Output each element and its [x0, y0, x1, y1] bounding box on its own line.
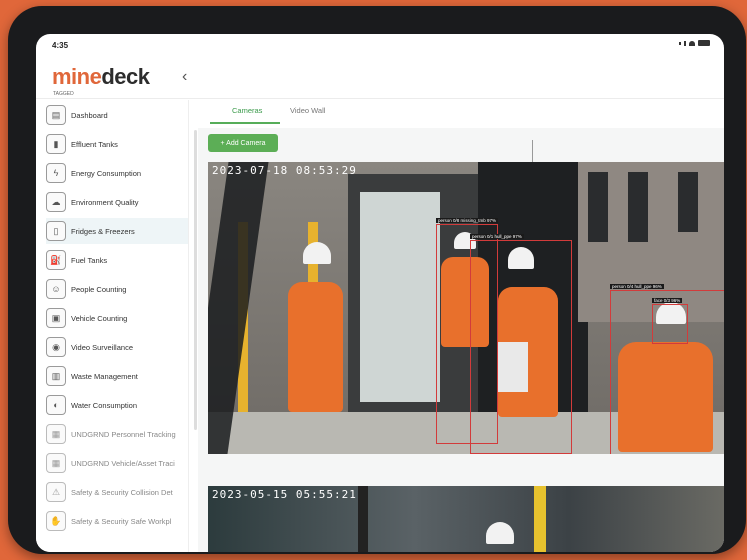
- battery-icon: [698, 40, 710, 46]
- camera-timestamp: 2023-05-15 05:55:21: [212, 488, 357, 501]
- camera-timestamp: 2023-07-18 08:53:29: [212, 164, 357, 177]
- camera-feed[interactable]: 2023-05-15 05:55:21: [208, 486, 724, 552]
- signal-icon: [679, 41, 681, 45]
- status-time: 4:35: [52, 41, 69, 50]
- hardhat: [486, 522, 514, 544]
- tab-bar: Cameras Video Wall: [198, 100, 724, 128]
- screen: 4:35 minedeck TAGGED ‹ ▤ Dashboard ▮ Efflu…: [36, 34, 724, 552]
- face-detection-box: [652, 304, 688, 344]
- sidebar-item-energy[interactable]: ϟ Energy Consumption: [46, 160, 188, 186]
- sidebar-item-environment[interactable]: ☁ Environment Quality: [46, 189, 188, 215]
- personnel-icon: ▦: [46, 424, 66, 444]
- vehicle-icon: ▣: [46, 308, 66, 328]
- sidebar-item-dashboard[interactable]: ▤ Dashboard: [46, 102, 188, 128]
- scene-window: [678, 172, 698, 232]
- sidebar-item-vehicle[interactable]: ▣ Vehicle Counting: [46, 305, 188, 331]
- detection-box: [470, 240, 572, 454]
- fridge-icon: ▯: [46, 221, 66, 241]
- chevron-left-icon[interactable]: ‹: [182, 68, 187, 86]
- tab-video-wall[interactable]: Video Wall: [290, 106, 325, 115]
- logo-subtitle: TAGGED: [53, 91, 74, 97]
- asset-icon: ▦: [46, 453, 66, 473]
- tab-cameras[interactable]: Cameras: [232, 106, 262, 115]
- energy-icon: ϟ: [46, 163, 66, 183]
- sidebar-item-label: People Counting: [71, 284, 127, 294]
- sidebar-item-label: Energy Consumption: [71, 168, 142, 178]
- environment-icon: ☁: [46, 192, 66, 212]
- sidebar-item-label: Effluent Tanks: [71, 139, 118, 149]
- detection-label: face 0/3 96%: [652, 298, 683, 303]
- active-tab-indicator: [210, 122, 280, 124]
- logo-part2: deck: [101, 64, 150, 89]
- dashboard-icon: ▤: [46, 105, 66, 125]
- sidebar-item-asset[interactable]: ▦ UNDGRND Vehicle/Asset Traci: [46, 450, 188, 476]
- signal-icons: [679, 40, 710, 46]
- waste-icon: ▥: [46, 366, 66, 386]
- scene-yellow-post: [534, 486, 546, 552]
- sidebar-item-label: Vehicle Counting: [71, 313, 128, 323]
- tablet-frame: 4:35 minedeck TAGGED ‹ ▤ Dashboard ▮ Efflu…: [8, 6, 746, 554]
- sidebar-item-fuel[interactable]: ⛽ Fuel Tanks: [46, 247, 188, 273]
- worker-figure: [288, 282, 343, 412]
- scene-glass-door: [360, 192, 440, 402]
- sidebar-item-label: Video Surveillance: [71, 342, 133, 352]
- sidebar-item-label: UNDGRND Personnel Tracking: [71, 429, 176, 439]
- sidebar-item-label: Safety & Security Safe Workpl: [71, 516, 172, 526]
- detection-label: person 0/1 hull_ppe 97%: [470, 234, 524, 239]
- sidebar-scrollbar[interactable]: [194, 130, 197, 430]
- app-header: minedeck TAGGED ‹: [36, 56, 724, 99]
- sidebar-item-people[interactable]: ☺ People Counting: [46, 276, 188, 302]
- people-icon: ☺: [46, 279, 66, 299]
- signal-icon: [684, 40, 686, 46]
- main-content: Cameras Video Wall + Add Camera person 0…: [198, 100, 724, 552]
- sidebar-item-fridges[interactable]: ▯ Fridges & Freezers: [46, 218, 188, 244]
- sidebar-item-label: Dashboard: [71, 110, 108, 120]
- sidebar-item-workplace[interactable]: ✋ Safety & Security Safe Workpl: [46, 508, 188, 534]
- water-icon: ◐: [46, 395, 66, 415]
- status-bar: 4:35: [36, 34, 724, 56]
- sidebar-item-label: Environment Quality: [71, 197, 139, 207]
- camera-icon: ◉: [46, 337, 66, 357]
- tank-icon: ▮: [46, 134, 66, 154]
- scene-pillar: [358, 486, 368, 552]
- sidebar: ▤ Dashboard ▮ Effluent Tanks ϟ Energy Consu…: [36, 100, 189, 552]
- detection-label: person 0/8 missing_tmb 97%: [436, 218, 499, 223]
- collision-icon: ⚠: [46, 482, 66, 502]
- workplace-icon: ✋: [46, 511, 66, 531]
- sidebar-item-collision[interactable]: ⚠ Safety & Security Collision Det: [46, 479, 188, 505]
- add-camera-button[interactable]: + Add Camera: [208, 134, 278, 152]
- fuel-icon: ⛽: [46, 250, 66, 270]
- sidebar-item-label: Fridges & Freezers: [71, 226, 135, 236]
- sidebar-item-label: Waste Management: [71, 371, 138, 381]
- sidebar-item-waste[interactable]: ▥ Waste Management: [46, 363, 188, 389]
- detection-label: person 0/4 hull_ppe 96%: [610, 284, 664, 289]
- scene-window: [588, 172, 608, 242]
- sidebar-item-label: UNDGRND Vehicle/Asset Traci: [71, 458, 175, 468]
- hardhat: [303, 242, 331, 264]
- sidebar-item-label: Fuel Tanks: [71, 255, 108, 265]
- sidebar-item-personnel[interactable]: ▦ UNDGRND Personnel Tracking: [46, 421, 188, 447]
- sidebar-item-water[interactable]: ◐ Water Consumption: [46, 392, 188, 418]
- sidebar-item-label: Water Consumption: [71, 400, 137, 410]
- sidebar-item-video[interactable]: ◉ Video Surveillance: [46, 334, 188, 360]
- scene-window: [628, 172, 648, 242]
- camera-feed[interactable]: person 0/8 missing_tmb 97% person 0/1 hu…: [208, 162, 724, 454]
- logo-part1: mine: [52, 64, 102, 89]
- minedeck-logo[interactable]: minedeck: [52, 64, 150, 90]
- sidebar-item-effluent-tanks[interactable]: ▮ Effluent Tanks: [46, 131, 188, 157]
- sidebar-item-label: Safety & Security Collision Det: [71, 487, 173, 497]
- wifi-icon: [689, 40, 695, 46]
